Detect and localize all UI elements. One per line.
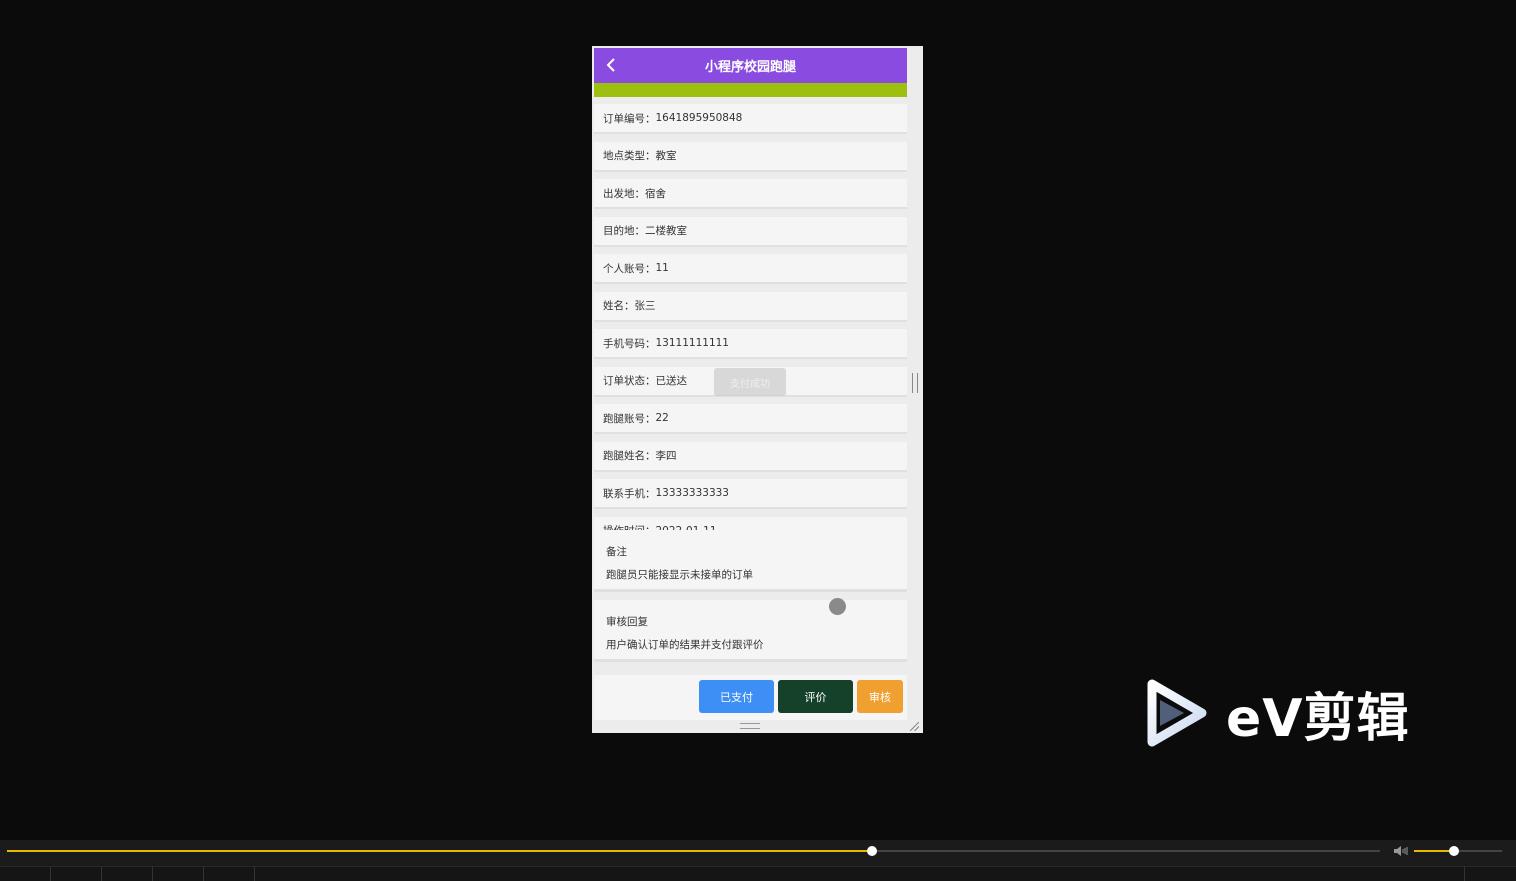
video-stage: 小程序校园跑腿 订单编号： 1641895950848 地点类型： 教室 出发地：宿… xyxy=(0,0,1516,818)
field-value: 1641895950848 xyxy=(655,112,743,124)
field-label: 姓名： xyxy=(603,300,635,312)
divider xyxy=(1464,867,1465,881)
volume-knob[interactable] xyxy=(1448,846,1459,856)
field-value: 22 xyxy=(655,412,669,424)
volume-fill xyxy=(1414,850,1454,852)
chevron-left-icon[interactable] xyxy=(602,55,620,75)
detail-row: 手机号码： 13111111111 xyxy=(594,329,907,359)
field-label: 手机号码： xyxy=(603,337,656,350)
field-label: 出发地： xyxy=(603,187,645,200)
remark-block: 备注 跑腿员只能接显示未接单的订单 xyxy=(594,530,907,592)
field-value: 教室 xyxy=(655,150,677,162)
scroll-handle[interactable] xyxy=(912,373,918,393)
remark-text: 跑腿员只能接显示未接单的订单 xyxy=(606,569,753,581)
field-label: 个人账号： xyxy=(603,262,656,275)
watermark-text: eV剪辑 xyxy=(1226,688,1410,749)
detail-row: 跑腿姓名： 李四 xyxy=(594,441,907,472)
divider xyxy=(50,867,51,881)
watermark-logo: eV剪辑 xyxy=(1144,678,1444,749)
field-value: 13333333333 xyxy=(655,487,730,499)
field-label: 订单状态： xyxy=(603,375,656,387)
field-value: 李四 xyxy=(655,450,677,462)
reply-text: 用户确认订单的结果并支付跟评价 xyxy=(606,639,764,651)
detail-row: 出发地： 宿舍 xyxy=(594,179,907,209)
reply-block: 审核回复 用户确认订单的结果并支付跟评价 xyxy=(594,600,907,662)
action-bar: 已支付 评价 审核 xyxy=(594,675,907,720)
nav-bar: 小程序校园跑腿 xyxy=(594,48,907,83)
progress-knob[interactable] xyxy=(866,846,877,856)
detail-row: 地点类型： 教室 xyxy=(594,141,907,172)
field-label: 目的地： xyxy=(603,225,645,237)
reply-title: 审核回复 xyxy=(606,616,648,628)
field-value: 已送达 xyxy=(655,375,688,387)
detail-row: 目的地： 二楼教室 xyxy=(594,216,907,247)
divider xyxy=(203,867,204,881)
drag-handle[interactable] xyxy=(740,723,760,729)
divider xyxy=(101,867,102,881)
page-title: 小程序校园跑腿 xyxy=(704,60,796,75)
remark-title: 备注 xyxy=(606,546,627,558)
video-player-controls xyxy=(0,818,1516,881)
status-banner xyxy=(594,83,907,97)
phone-screen: 小程序校园跑腿 订单编号： 1641895950848 地点类型： 教室 出发地：宿… xyxy=(592,46,923,733)
field-value: 13111111111 xyxy=(655,337,730,349)
field-value: 11 xyxy=(655,262,669,274)
field-value: 二楼教室 xyxy=(645,225,687,237)
detail-row: 个人账号： 11 xyxy=(594,254,907,284)
field-label: 订单编号： xyxy=(603,112,656,125)
progress-fill xyxy=(7,850,872,852)
field-label: 地点类型： xyxy=(603,150,656,162)
field-value: 张三 xyxy=(634,300,656,312)
divider xyxy=(254,867,255,881)
detail-row: 姓名： 张三 xyxy=(594,291,907,322)
field-label: 跑腿姓名： xyxy=(603,450,656,462)
divider xyxy=(152,867,153,881)
detail-row: 跑腿账号： 22 xyxy=(594,404,907,434)
paid-button[interactable]: 已支付 xyxy=(699,680,774,713)
field-label: 联系手机： xyxy=(603,487,656,500)
field-value: 宿舍 xyxy=(645,187,666,200)
toast-message: 支付成功 xyxy=(714,368,786,396)
detail-row: 订单编号： 1641895950848 xyxy=(594,104,907,134)
field-label: 跑腿账号： xyxy=(603,412,656,425)
order-detail-list: 订单编号： 1641895950848 地点类型： 教室 出发地： 宿舍 目的地： 二楼… xyxy=(594,104,907,554)
audit-button[interactable]: 审核 xyxy=(857,680,903,713)
speaker-icon[interactable] xyxy=(1393,845,1409,857)
detail-row: 联系手机： 13333333333 xyxy=(594,479,907,509)
seek-track xyxy=(0,840,1516,866)
resize-grip-icon[interactable] xyxy=(910,722,919,731)
rate-button[interactable]: 评价 xyxy=(778,680,853,713)
control-strip xyxy=(0,866,1516,881)
play-triangle-icon xyxy=(1147,679,1207,747)
touch-cursor xyxy=(829,598,846,615)
